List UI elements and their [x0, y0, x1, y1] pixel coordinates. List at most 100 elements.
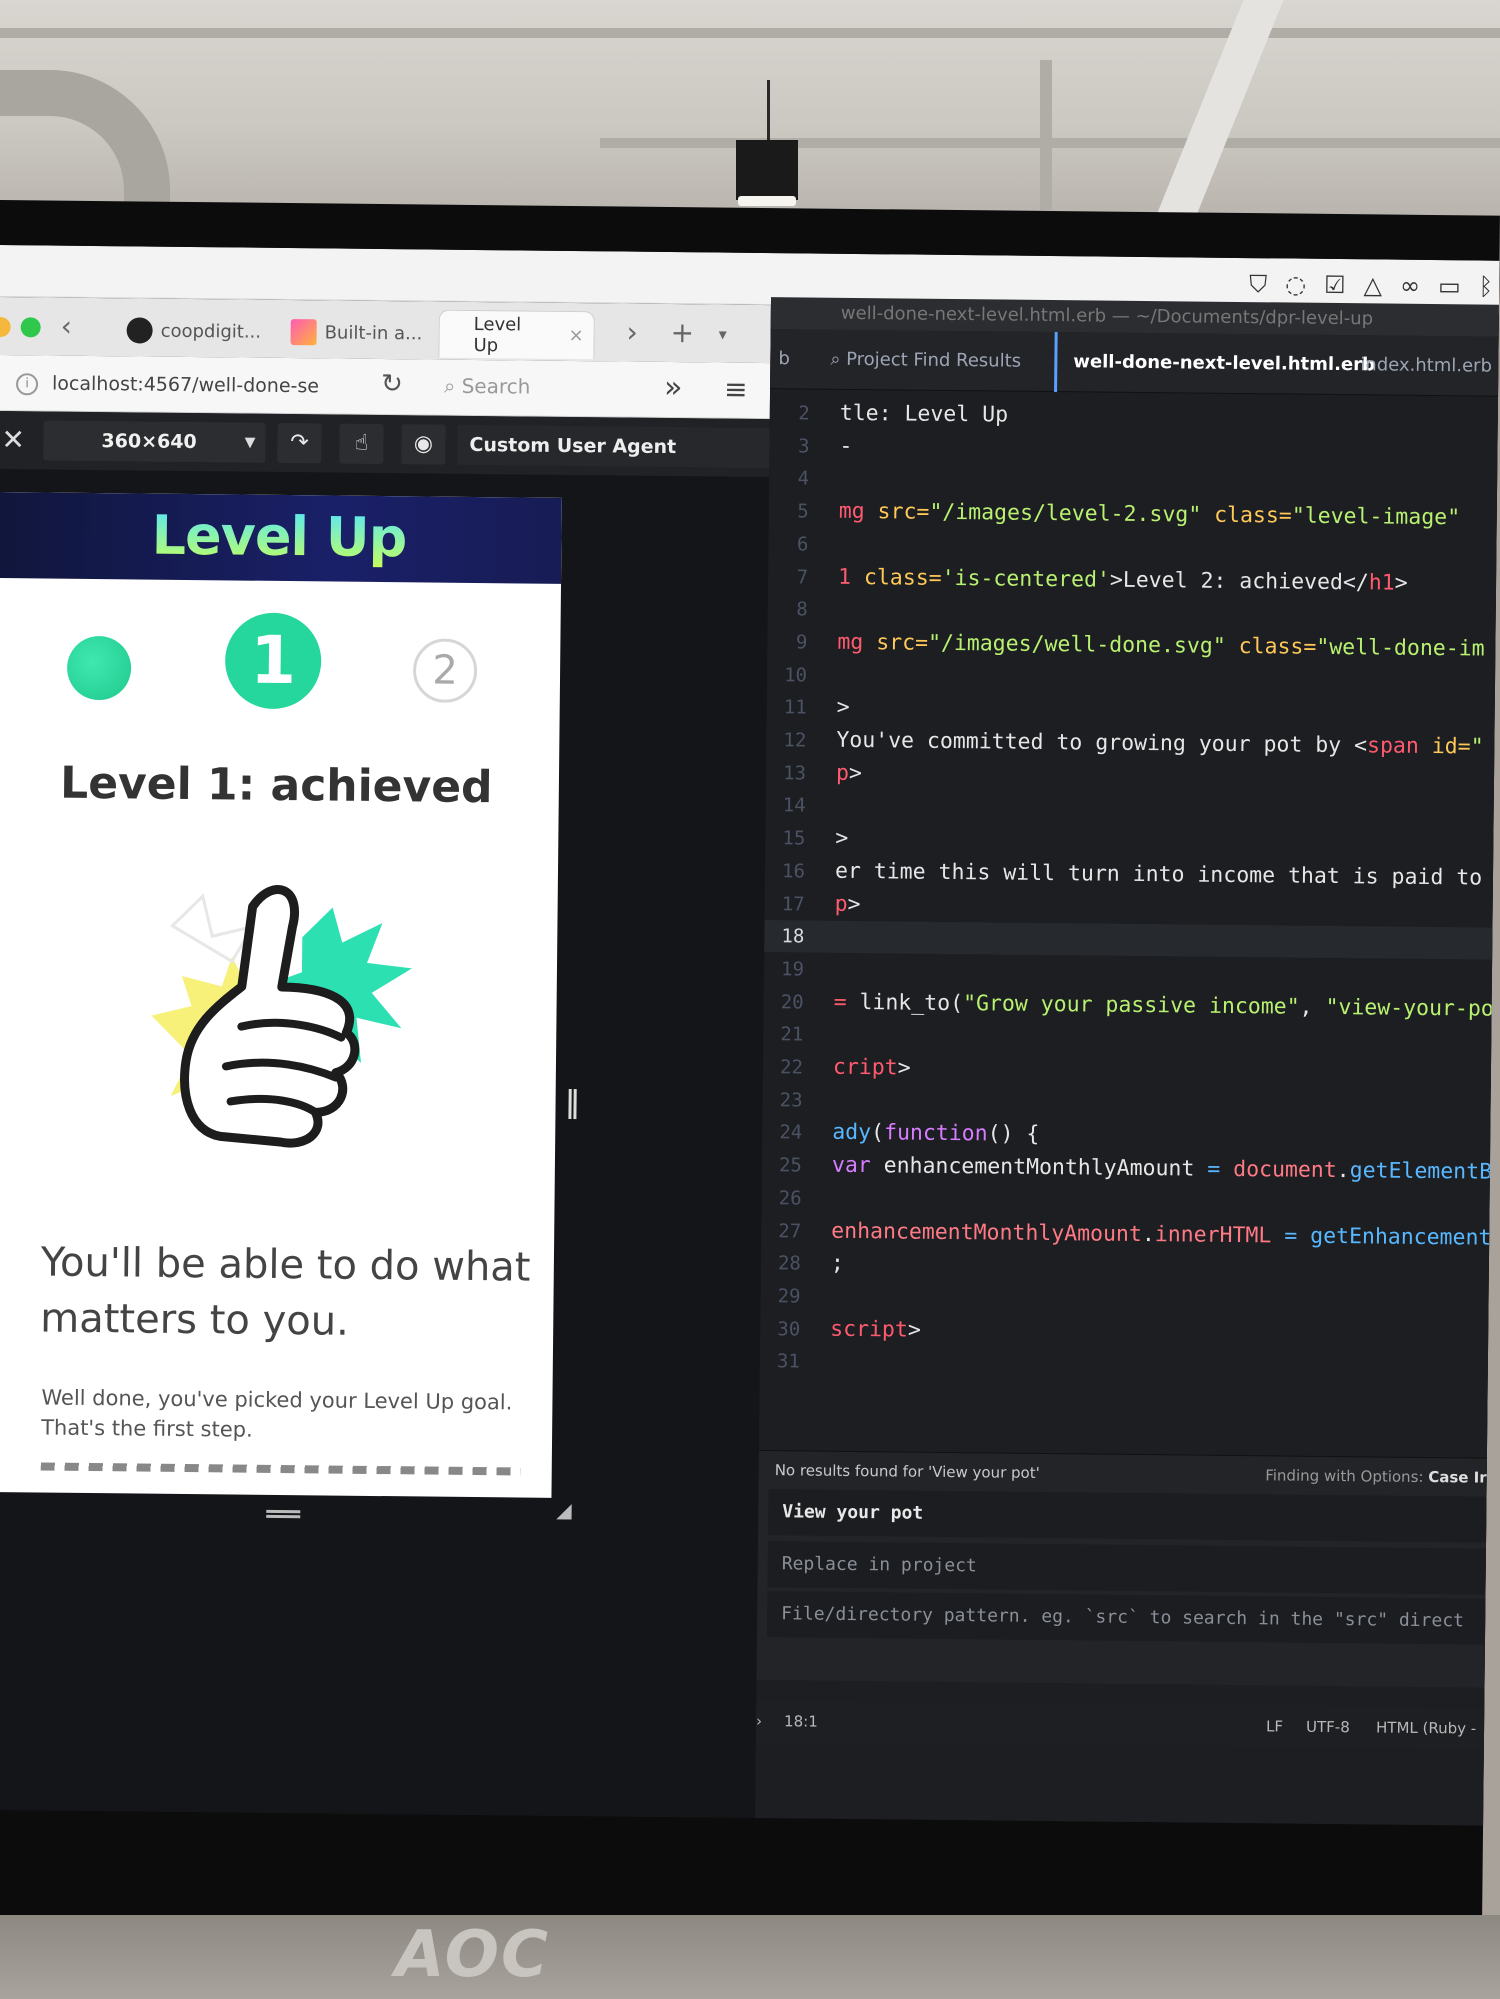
code-token: ,: [1299, 994, 1326, 1020]
rotate-icon[interactable]: ↷: [277, 422, 322, 464]
code-token: (: [870, 1120, 885, 1146]
mobile-viewport: Level Up 1 2 Level 1: achieved You'll be…: [0, 491, 562, 1498]
replace-input[interactable]: Replace in project: [767, 1541, 1486, 1595]
ceiling: [0, 0, 1500, 215]
responsive-design-toolbar: ✕ 360×640 ▼ ↷ ☝ ◉ Custom User Agent: [0, 410, 770, 478]
code-token: enhancementMonthlyAmount: [831, 1218, 1143, 1247]
chevron-right-icon[interactable]: ›: [756, 1712, 762, 1730]
code-token: ady: [832, 1120, 872, 1146]
bluetooth-icon[interactable]: ᛒ: [1479, 272, 1494, 300]
line-number: 27: [778, 1219, 802, 1242]
tab-label: Level Up: [473, 313, 522, 356]
tab-label: coopdigit...: [160, 320, 262, 343]
code-token: mg: [837, 629, 877, 656]
code-token: >: [1394, 570, 1408, 596]
line-number: 5: [797, 500, 809, 523]
line-number: 10: [784, 663, 808, 687]
desk: [0, 1915, 1500, 1999]
pattern-input[interactable]: File/directory pattern. eg. `src` to sea…: [766, 1591, 1486, 1645]
code-token: >Level 2: achieved</: [1109, 567, 1369, 595]
site-header: Level Up: [0, 491, 562, 584]
thumbs-up-icon: [151, 885, 412, 1148]
line-number: 7: [796, 565, 809, 588]
spinner-icon[interactable]: ◌: [1285, 270, 1306, 298]
editor-tab-bar: b ⌕ Project Find Results well-done-next-…: [770, 329, 1499, 397]
width-resize-handle[interactable]: [568, 1089, 577, 1120]
code-token: =: [833, 989, 860, 1015]
shield-icon[interactable]: ⛉: [1249, 270, 1267, 298]
cut-off-text: [40, 1462, 521, 1476]
code-token: >: [897, 1055, 911, 1081]
drive-icon[interactable]: △: [1363, 271, 1382, 299]
line-number: 8: [796, 598, 808, 621]
lead-text: You'll be able to do what matters to you…: [40, 1239, 531, 1345]
line-number: 13: [783, 761, 807, 785]
chevron-down-icon[interactable]: ▾: [719, 325, 727, 344]
close-icon[interactable]: ×: [568, 325, 583, 346]
status-bar: › 18:1 LF UTF-8 HTML (Ruby -: [755, 1700, 1485, 1750]
encoding[interactable]: UTF-8: [1306, 1718, 1350, 1736]
find-options[interactable]: Finding with Options: Case Ir: [1265, 1466, 1487, 1486]
airplay-icon[interactable]: ▭: [1438, 272, 1461, 300]
height-resize-handle[interactable]: [266, 1509, 301, 1519]
screen: ⛉ ◌ ☑ △ ∞ ▭ ᛒ ‹ coopdigit... Built-in a.…: [0, 244, 1500, 1826]
chevron-left-icon[interactable]: ‹: [61, 310, 73, 343]
site-logo[interactable]: Level Up: [0, 502, 562, 571]
line-number: 25: [778, 1154, 803, 1177]
tab-built-in[interactable]: Built-in a...: [280, 308, 432, 358]
cursor-position[interactable]: 18:1: [784, 1712, 818, 1730]
code-token: var: [831, 1152, 884, 1179]
new-tab-icon[interactable]: +: [670, 316, 694, 349]
url-bar: i localhost:4567/well-done-se ↻ ⌕ Search …: [0, 354, 771, 420]
tab-project-find-results[interactable]: ⌕ Project Find Results: [830, 330, 1021, 392]
close-icon[interactable]: ✕: [1, 423, 25, 456]
search-field[interactable]: ⌕ Search: [444, 374, 531, 399]
tab-coopdigital[interactable]: coopdigit...: [116, 306, 271, 356]
code-token: >: [907, 1317, 921, 1343]
code-token: span: [1366, 733, 1432, 760]
address-field[interactable]: i localhost:4567/well-done-se: [15, 365, 426, 405]
code-token: "/images/well-done.svg": [927, 630, 1226, 659]
code-token: class=: [1225, 633, 1317, 660]
step-next: 2: [412, 638, 478, 704]
overflow-icon[interactable]: »: [664, 370, 683, 405]
check-icon[interactable]: ☑: [1324, 271, 1346, 299]
code-token: ": [1470, 734, 1484, 760]
corner-resize-icon[interactable]: ◢: [556, 1498, 572, 1522]
line-number: 3: [797, 435, 810, 458]
lamp-glow: [738, 196, 796, 206]
device-size-select[interactable]: 360×640 ▼: [43, 420, 266, 463]
code-token: "view-your-po: [1325, 994, 1494, 1022]
code-token: cript: [832, 1054, 898, 1081]
code-line[interactable]: 31: [760, 1345, 1488, 1385]
infinity-icon[interactable]: ∞: [1400, 272, 1420, 300]
code-token: >: [847, 891, 861, 917]
zoom-icon[interactable]: [20, 317, 41, 338]
hamburger-menu-icon[interactable]: ≡: [724, 373, 748, 406]
code-token: "Grow your passive income": [962, 990, 1300, 1020]
device-size-label: 360×640: [101, 430, 197, 454]
chevron-right-icon[interactable]: ›: [626, 316, 638, 349]
user-agent-field[interactable]: Custom User Agent: [457, 424, 770, 469]
body-text: Well done, you've picked your Level Up g…: [41, 1385, 513, 1442]
touch-icon[interactable]: ☝: [339, 423, 384, 465]
firefox-window: ‹ coopdigit... Built-in a... Level Up × …: [0, 296, 771, 1818]
camera-icon[interactable]: ◉: [401, 424, 446, 465]
tab-index[interactable]: index.html.erb: [1360, 335, 1492, 396]
find-input[interactable]: View your pot: [768, 1489, 1487, 1543]
grammar[interactable]: HTML (Ruby -: [1376, 1718, 1476, 1737]
code-text: -: [839, 430, 852, 462]
tab-level-up[interactable]: Level Up ×: [438, 309, 595, 360]
code-text: p>: [835, 888, 861, 920]
editor-tab-partial[interactable]: b: [778, 329, 790, 389]
line-number: 9: [795, 631, 808, 654]
reload-icon[interactable]: ↻: [381, 369, 403, 399]
code-text: ;: [831, 1248, 844, 1280]
minimize-icon[interactable]: [0, 316, 11, 338]
pendant-lamp: [736, 140, 798, 200]
info-icon[interactable]: i: [15, 372, 39, 395]
code-token: >: [848, 760, 863, 786]
code-editor[interactable]: 2 tle: Level Up 3-4 5 mg src="/images/level-…: [759, 397, 1498, 1425]
line-ending[interactable]: LF: [1266, 1717, 1283, 1735]
tab-well-done-next-level[interactable]: well-done-next-level.html.erb: [1054, 332, 1376, 396]
